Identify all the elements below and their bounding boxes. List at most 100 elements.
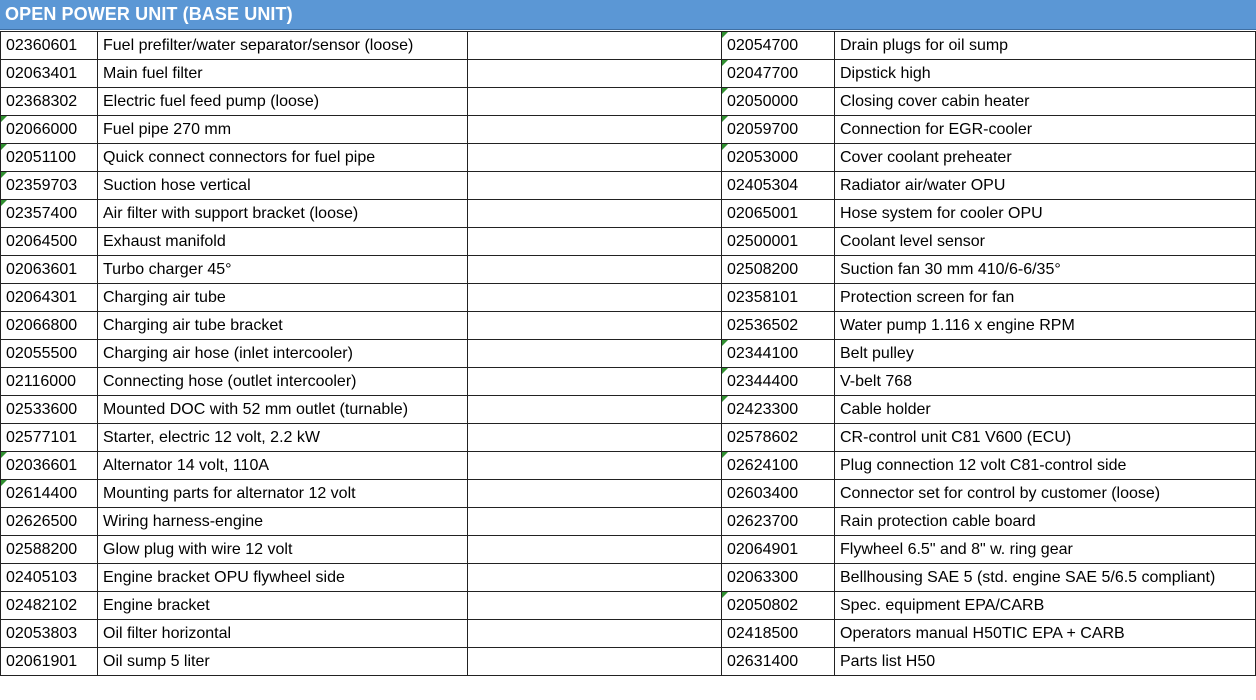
part-number-cell[interactable]: 02418500 (721, 619, 835, 648)
part-description-cell[interactable]: Mounted DOC with 52 mm outlet (turnable) (97, 395, 468, 424)
part-number-cell[interactable]: 02063401 (0, 59, 98, 88)
part-number-cell[interactable]: 02054700 (721, 31, 835, 60)
part-description-cell[interactable]: Flywheel 6.5" and 8" w. ring gear (834, 535, 1256, 564)
empty-cell[interactable] (467, 143, 722, 172)
part-description-cell[interactable]: Plug connection 12 volt C81-control side (834, 451, 1256, 480)
empty-cell[interactable] (467, 171, 722, 200)
part-number-cell[interactable]: 02053803 (0, 619, 98, 648)
part-number-cell[interactable]: 02482102 (0, 591, 98, 620)
part-number-cell[interactable]: 02050802 (721, 591, 835, 620)
part-description-cell[interactable]: Radiator air/water OPU (834, 171, 1256, 200)
part-number-cell[interactable]: 02360601 (0, 31, 98, 60)
part-description-cell[interactable]: Cable holder (834, 395, 1256, 424)
part-number-cell[interactable]: 02500001 (721, 227, 835, 256)
part-number-cell[interactable]: 02588200 (0, 535, 98, 564)
empty-cell[interactable] (467, 59, 722, 88)
part-description-cell[interactable]: Engine bracket OPU flywheel side (97, 563, 468, 592)
part-number-cell[interactable]: 02053000 (721, 143, 835, 172)
part-number-cell[interactable]: 02344100 (721, 339, 835, 368)
part-description-cell[interactable]: Fuel pipe 270 mm (97, 115, 468, 144)
empty-cell[interactable] (467, 535, 722, 564)
part-description-cell[interactable]: Oil sump 5 liter (97, 647, 468, 676)
part-description-cell[interactable]: Suction hose vertical (97, 171, 468, 200)
part-description-cell[interactable]: Hose system for cooler OPU (834, 199, 1256, 228)
part-description-cell[interactable]: Quick connect connectors for fuel pipe (97, 143, 468, 172)
part-description-cell[interactable]: Air filter with support bracket (loose) (97, 199, 468, 228)
part-number-cell[interactable]: 02050000 (721, 87, 835, 116)
part-number-cell[interactable]: 02368302 (0, 87, 98, 116)
empty-cell[interactable] (467, 423, 722, 452)
part-number-cell[interactable]: 02036601 (0, 451, 98, 480)
part-description-cell[interactable]: Protection screen for fan (834, 283, 1256, 312)
part-description-cell[interactable]: Coolant level sensor (834, 227, 1256, 256)
part-description-cell[interactable]: Turbo charger 45° (97, 255, 468, 284)
part-number-cell[interactable]: 02064901 (721, 535, 835, 564)
part-description-cell[interactable]: Suction fan 30 mm 410/6-6/35° (834, 255, 1256, 284)
part-number-cell[interactable]: 02063601 (0, 255, 98, 284)
part-description-cell[interactable]: Bellhousing SAE 5 (std. engine SAE 5/6.5… (834, 563, 1256, 592)
part-description-cell[interactable]: Mounting parts for alternator 12 volt (97, 479, 468, 508)
part-description-cell[interactable]: Cover coolant preheater (834, 143, 1256, 172)
empty-cell[interactable] (467, 479, 722, 508)
part-number-cell[interactable]: 02603400 (721, 479, 835, 508)
part-number-cell[interactable]: 02508200 (721, 255, 835, 284)
part-description-cell[interactable]: Connection for EGR-cooler (834, 115, 1256, 144)
part-description-cell[interactable]: Glow plug with wire 12 volt (97, 535, 468, 564)
part-number-cell[interactable]: 02623700 (721, 507, 835, 536)
part-number-cell[interactable]: 02577101 (0, 423, 98, 452)
part-number-cell[interactable]: 02064500 (0, 227, 98, 256)
part-number-cell[interactable]: 02357400 (0, 199, 98, 228)
part-number-cell[interactable]: 02059700 (721, 115, 835, 144)
empty-cell[interactable] (467, 563, 722, 592)
empty-cell[interactable] (467, 199, 722, 228)
part-description-cell[interactable]: V-belt 768 (834, 367, 1256, 396)
part-description-cell[interactable]: Parts list H50 (834, 647, 1256, 676)
part-number-cell[interactable]: 02626500 (0, 507, 98, 536)
part-number-cell[interactable]: 02065001 (721, 199, 835, 228)
part-description-cell[interactable]: Exhaust manifold (97, 227, 468, 256)
part-number-cell[interactable]: 02061901 (0, 647, 98, 676)
part-number-cell[interactable]: 02533600 (0, 395, 98, 424)
part-description-cell[interactable]: Charging air tube (97, 283, 468, 312)
part-description-cell[interactable]: Starter, electric 12 volt, 2.2 kW (97, 423, 468, 452)
part-description-cell[interactable]: Engine bracket (97, 591, 468, 620)
part-number-cell[interactable]: 02064301 (0, 283, 98, 312)
empty-cell[interactable] (467, 395, 722, 424)
part-number-cell[interactable]: 02055500 (0, 339, 98, 368)
part-number-cell[interactable]: 02614400 (0, 479, 98, 508)
empty-cell[interactable] (467, 227, 722, 256)
part-number-cell[interactable]: 02624100 (721, 451, 835, 480)
part-number-cell[interactable]: 02578602 (721, 423, 835, 452)
empty-cell[interactable] (467, 339, 722, 368)
part-number-cell[interactable]: 02047700 (721, 59, 835, 88)
part-description-cell[interactable]: Charging air tube bracket (97, 311, 468, 340)
part-description-cell[interactable]: Operators manual H50TIC EPA + CARB (834, 619, 1256, 648)
empty-cell[interactable] (467, 591, 722, 620)
empty-cell[interactable] (467, 311, 722, 340)
part-number-cell[interactable]: 02051100 (0, 143, 98, 172)
part-number-cell[interactable]: 02423300 (721, 395, 835, 424)
part-description-cell[interactable]: Drain plugs for oil sump (834, 31, 1256, 60)
empty-cell[interactable] (467, 647, 722, 676)
empty-cell[interactable] (467, 115, 722, 144)
part-number-cell[interactable]: 02066000 (0, 115, 98, 144)
empty-cell[interactable] (467, 87, 722, 116)
part-description-cell[interactable]: Electric fuel feed pump (loose) (97, 87, 468, 116)
part-description-cell[interactable]: Alternator 14 volt, 110A (97, 451, 468, 480)
part-description-cell[interactable]: Fuel prefilter/water separator/sensor (l… (97, 31, 468, 60)
empty-cell[interactable] (467, 367, 722, 396)
part-description-cell[interactable]: Main fuel filter (97, 59, 468, 88)
part-number-cell[interactable]: 02405103 (0, 563, 98, 592)
part-description-cell[interactable]: Wiring harness-engine (97, 507, 468, 536)
part-description-cell[interactable]: Spec. equipment EPA/CARB (834, 591, 1256, 620)
part-number-cell[interactable]: 02631400 (721, 647, 835, 676)
empty-cell[interactable] (467, 31, 722, 60)
part-description-cell[interactable]: Rain protection cable board (834, 507, 1256, 536)
part-number-cell[interactable]: 02405304 (721, 171, 835, 200)
part-description-cell[interactable]: Belt pulley (834, 339, 1256, 368)
part-number-cell[interactable]: 02536502 (721, 311, 835, 340)
part-description-cell[interactable]: Charging air hose (inlet intercooler) (97, 339, 468, 368)
empty-cell[interactable] (467, 255, 722, 284)
empty-cell[interactable] (467, 283, 722, 312)
part-number-cell[interactable]: 02359703 (0, 171, 98, 200)
